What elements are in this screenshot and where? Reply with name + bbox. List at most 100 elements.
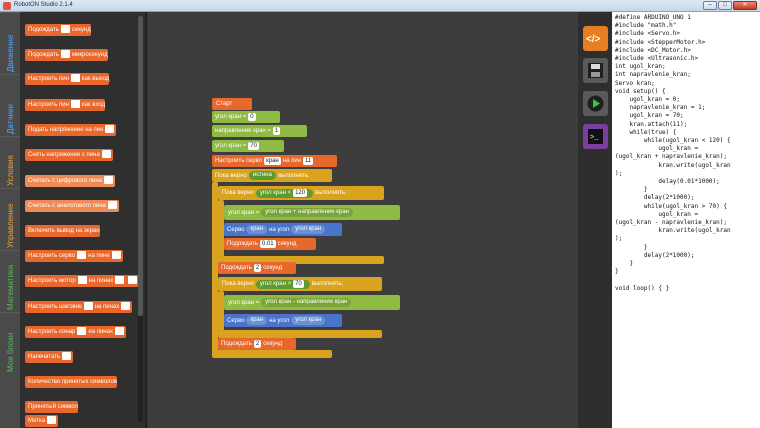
palette-motor-setup[interactable]: Настроить мотор на пинах [25,275,140,287]
var-name: угол кран [265,209,292,215]
palette-pin-input[interactable]: Настроить пин как вход [25,99,106,111]
tab-control[interactable]: Управление [0,188,20,248]
palette-servo-setup[interactable]: Настроить серво на пине [25,250,123,262]
value-field[interactable]: 0.01 [259,240,276,248]
palette-slot[interactable] [105,125,115,134]
var-name: угол кран [265,299,292,305]
servo-name-pill[interactable]: кран [246,225,268,234]
while-block[interactable]: Пока верно истина выполнять: [212,169,332,182]
palette-slot[interactable] [77,251,87,260]
block-suffix: секунд [277,241,297,247]
tab-sensors[interactable]: Датчики [0,74,20,134]
palette-pin-high[interactable]: Подать напряжение на пин [25,124,117,136]
tab-my-blocks[interactable]: Мои блоки [0,312,20,372]
palette-pin-output[interactable]: Настроить пин как выход [25,73,110,85]
palette-scroll-thumb[interactable] [138,16,143,316]
condition-true[interactable]: истина [248,171,276,180]
minimize-button[interactable]: – [703,1,717,10]
servo-name-pill[interactable]: кран [246,316,268,325]
servo-name-field[interactable]: кран [264,157,281,165]
assign-block[interactable]: направление кран = 1 [212,125,307,137]
palette-wait-micro[interactable]: Подождать микросекунд [25,49,108,61]
palette-slot[interactable] [77,276,87,285]
palette-received-char[interactable]: Принятый символ [25,401,78,413]
palette-block-suffix: на пинах [88,278,114,284]
code-view-button[interactable]: </> [583,26,608,51]
wait-block[interactable]: Подождать 2 секунд [218,338,296,350]
value-field[interactable]: 120 [293,188,308,197]
close-button[interactable]: ✕ [733,1,757,10]
block-label: Серво [227,317,245,324]
block-suffix: выполнять: [311,281,344,287]
eq-sign: = [267,128,271,134]
expr-pill[interactable]: угол кран + направление кран [261,208,353,217]
palette-block-label: Принятый символ [28,404,78,410]
palette-analog-read[interactable]: Считать с аналогового пина [25,200,119,212]
palette-slot[interactable] [114,327,124,336]
value-field[interactable]: 1 [272,127,281,135]
value-field[interactable]: 70 [293,279,304,288]
palette-slot[interactable] [62,352,72,361]
play-icon [587,95,604,112]
palette-digital-read[interactable]: Считать с цифрового пина [25,175,116,187]
save-button[interactable] [583,58,608,83]
palette-chars-count[interactable]: Количество принятых символов [25,376,118,388]
value-field[interactable]: 70 [248,142,259,150]
palette-slot[interactable] [60,25,70,34]
start-block[interactable]: Старт [212,98,252,110]
palette-print[interactable]: Напечатать [25,351,74,363]
assign-block[interactable]: угол кран = 70 [212,140,284,152]
palette-pin-low[interactable]: Снять напряжение с пина [25,149,113,161]
expr-pill[interactable]: угол кран - направление кран [261,298,352,307]
palette-slot[interactable] [77,327,87,336]
wait-block[interactable]: Подождать 2 секунд [218,262,296,274]
palette-slot[interactable] [104,176,114,185]
terminal-button[interactable]: >_ [583,124,608,149]
op: + [292,209,297,215]
while-block-gt[interactable]: Пока верно угол кран >70 выполнять: [218,277,382,291]
wait-block[interactable]: Подождать 0.01 секунд [224,238,316,250]
tab-conditions[interactable]: Условия [0,136,20,186]
palette-slot[interactable] [70,74,80,83]
palette-label[interactable]: Метка [25,415,59,427]
servo-write-block[interactable]: Серво кран на угол угол кран [224,223,342,236]
palette-slot[interactable] [83,302,93,311]
palette-slot[interactable] [70,100,80,109]
palette-stepper-setup[interactable]: Настроить шаговик на пинах [25,301,133,313]
value-field[interactable]: 2 [253,264,262,272]
palette-slot[interactable] [47,416,57,425]
palette-enable-serial[interactable]: Включить вывод на экран [25,225,100,237]
value-field[interactable]: 0 [248,113,256,121]
palette-block-label: Настроить сонар [28,329,76,335]
var-name: угол кран [259,280,286,287]
palette-slot[interactable] [101,150,111,159]
tab-math[interactable]: Математика [0,250,20,310]
var-pill[interactable]: угол кран [291,316,326,325]
run-button[interactable] [583,91,608,116]
palette-slot[interactable] [60,50,70,59]
servo-setup-block[interactable]: Настроить серво кран на пин 11 [212,155,337,167]
condition-compare[interactable]: угол кран >70 [255,279,310,289]
value-field[interactable]: 2 [253,340,262,348]
assign-block[interactable]: угол кран = 0 [212,111,280,123]
palette-wait-seconds[interactable]: Подождать секунд [25,24,91,36]
while-block-lt[interactable]: Пока верно угол кран <120 выполнять: [218,186,384,200]
assign-expr-block[interactable]: угол кран = угол кран - направление кран [224,295,400,310]
code-panel[interactable]: #define ARDUINO_UNO 1 #include "math.h" … [612,12,760,428]
var-pill[interactable]: угол кран [291,225,326,234]
workspace[interactable]: Старт угол кран = 0 направление кран = 1 у… [149,12,578,428]
palette-slot[interactable] [111,251,121,260]
palette-block-suffix: на пине [88,253,110,259]
pin-field[interactable]: 11 [302,157,314,165]
palette-slot[interactable] [107,201,117,210]
condition-compare[interactable]: угол кран <120 [255,188,314,198]
palette-slot[interactable] [128,276,138,285]
maximize-button[interactable]: □ [718,1,732,10]
assign-expr-block[interactable]: угол кран = угол кран + направление кран [224,205,400,220]
servo-write-block[interactable]: Серво кран на угол угол кран [224,314,342,327]
palette-slot[interactable] [115,276,125,285]
tab-movement[interactable]: Движение [0,12,20,72]
palette-sonar-setup[interactable]: Настроить сонар на пинах [25,326,126,338]
palette-slot[interactable] [121,302,131,311]
category-tabs: Движение Датчики Условия Управление Мате… [0,12,20,428]
